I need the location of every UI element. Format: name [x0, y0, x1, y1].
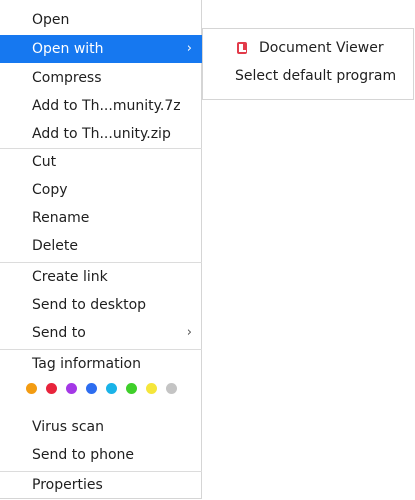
menu-item-create-link[interactable]: Create link	[0, 263, 202, 291]
tag-color-orange[interactable]	[26, 383, 37, 394]
tag-color-purple[interactable]	[66, 383, 77, 394]
menu-item-label: Virus scan	[32, 419, 104, 435]
menu-item-rename[interactable]: Rename	[0, 204, 202, 232]
menu-item-label: Compress	[32, 70, 102, 86]
menu-item-label: Add to Th...munity.7z	[32, 98, 181, 114]
open-with-submenu: Document Viewer Select default program	[202, 28, 414, 100]
tag-color-red[interactable]	[46, 383, 57, 394]
menu-item-cut[interactable]: Cut	[0, 148, 202, 176]
menu-item-label: Copy	[32, 182, 68, 198]
menu-item-label: Tag information	[32, 356, 141, 372]
submenu-item-label: Document Viewer	[259, 40, 384, 56]
menu-item-label: Open	[32, 12, 70, 28]
submenu-item-label: Select default program	[235, 68, 397, 84]
menu-item-send-to[interactable]: Send to ›	[0, 319, 202, 347]
submenu-item-select-default-program[interactable]: Select default program	[203, 62, 413, 90]
chevron-right-icon: ›	[186, 325, 192, 340]
menu-item-compress[interactable]: Compress	[0, 64, 202, 92]
menu-item-label: Properties	[32, 477, 103, 493]
menu-item-label: Send to desktop	[32, 297, 147, 313]
tag-color-green[interactable]	[126, 383, 137, 394]
menu-item-label: Open with	[32, 41, 104, 57]
menu-item-add-7z[interactable]: Add to Th...munity.7z	[0, 92, 202, 120]
menu-item-label: Delete	[32, 238, 78, 254]
menu-item-send-to-desktop[interactable]: Send to desktop	[0, 291, 202, 319]
menu-item-label: Add to Th...unity.zip	[32, 126, 171, 142]
menu-item-label: Rename	[32, 210, 90, 226]
tag-color-blue[interactable]	[86, 383, 97, 394]
document-viewer-icon	[237, 42, 247, 54]
tag-color-yellow[interactable]	[146, 383, 157, 394]
menu-item-label: Create link	[32, 269, 108, 285]
menu-item-tag-information: Tag information	[0, 350, 202, 378]
tag-color-gray[interactable]	[166, 383, 177, 394]
menu-item-open-with[interactable]: Open with ›	[0, 35, 202, 63]
context-menu: Open Open with › Compress Add to Th...mu…	[0, 0, 202, 499]
menu-item-virus-scan[interactable]: Virus scan	[0, 413, 202, 441]
menu-item-properties[interactable]: Properties	[0, 471, 202, 499]
menu-item-label: Send to phone	[32, 447, 135, 463]
menu-item-send-to-phone[interactable]: Send to phone	[0, 441, 202, 469]
submenu-item-document-viewer[interactable]: Document Viewer	[203, 34, 413, 62]
menu-item-copy[interactable]: Copy	[0, 176, 202, 204]
menu-item-delete[interactable]: Delete	[0, 232, 202, 260]
chevron-right-icon: ›	[186, 41, 192, 56]
tag-color-cyan[interactable]	[106, 383, 117, 394]
menu-item-label: Cut	[32, 154, 57, 170]
menu-item-label: Send to	[32, 325, 86, 341]
menu-item-add-zip[interactable]: Add to Th...unity.zip	[0, 120, 202, 148]
menu-item-open[interactable]: Open	[0, 6, 202, 34]
